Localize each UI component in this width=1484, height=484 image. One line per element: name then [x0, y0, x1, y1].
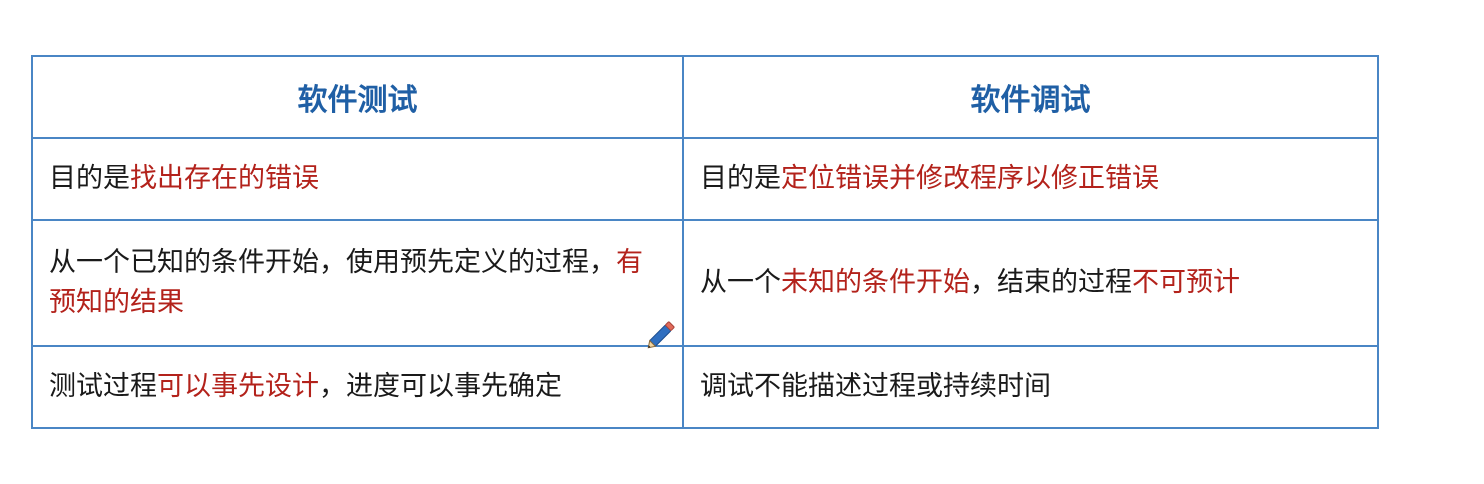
table-row: 从一个已知的条件开始，使用预先定义的过程，有预知的结果 从一个未知的条件开始，结…	[31, 219, 1379, 347]
debugging-start-condition-cell: 从一个未知的条件开始，结束的过程不可预计	[682, 219, 1379, 347]
cell-text: ，进度可以事先确定	[319, 371, 562, 402]
cell-text: ，结束的过程	[970, 267, 1132, 298]
testing-start-condition-cell: 从一个已知的条件开始，使用预先定义的过程，有预知的结果	[31, 219, 684, 347]
cell-emphasis-text: 定位错误并修改程序以修正错误	[781, 163, 1159, 194]
comparison-table: 软件测试 软件调试 目的是找出存在的错误 目的是定位错误并修改程序以修正错误 从…	[31, 55, 1379, 429]
cell-emphasis-text: 可以事先设计	[157, 371, 319, 402]
header-software-testing: 软件测试	[31, 55, 684, 139]
cell-text: 测试过程	[49, 371, 157, 402]
cell-text: 目的是	[49, 163, 130, 194]
debugging-process-cell: 调试不能描述过程或持续时间	[682, 345, 1379, 429]
pencil-icon[interactable]	[642, 316, 680, 354]
table-row: 测试过程可以事先设计，进度可以事先确定 调试不能描述过程或持续时间	[31, 345, 1379, 429]
cell-emphasis-text: 找出存在的错误	[130, 163, 319, 194]
cell-text: 目的是	[700, 163, 781, 194]
cell-text: 从一个	[700, 267, 781, 298]
cell-text: 从一个已知的条件开始，使用预先定义的过程，	[49, 247, 616, 278]
table-row: 目的是找出存在的错误 目的是定位错误并修改程序以修正错误	[31, 137, 1379, 221]
cell-text: 调试不能描述过程或持续时间	[700, 371, 1051, 402]
table-header-row: 软件测试 软件调试	[31, 55, 1379, 139]
header-software-debugging: 软件调试	[682, 55, 1379, 139]
cell-emphasis-text: 未知的条件开始	[781, 267, 970, 298]
testing-purpose-cell: 目的是找出存在的错误	[31, 137, 684, 221]
testing-process-cell: 测试过程可以事先设计，进度可以事先确定	[31, 345, 684, 429]
comparison-table-container: 软件测试 软件调试 目的是找出存在的错误 目的是定位错误并修改程序以修正错误 从…	[31, 55, 1379, 429]
debugging-purpose-cell: 目的是定位错误并修改程序以修正错误	[682, 137, 1379, 221]
cell-emphasis-text: 不可预计	[1132, 267, 1240, 298]
